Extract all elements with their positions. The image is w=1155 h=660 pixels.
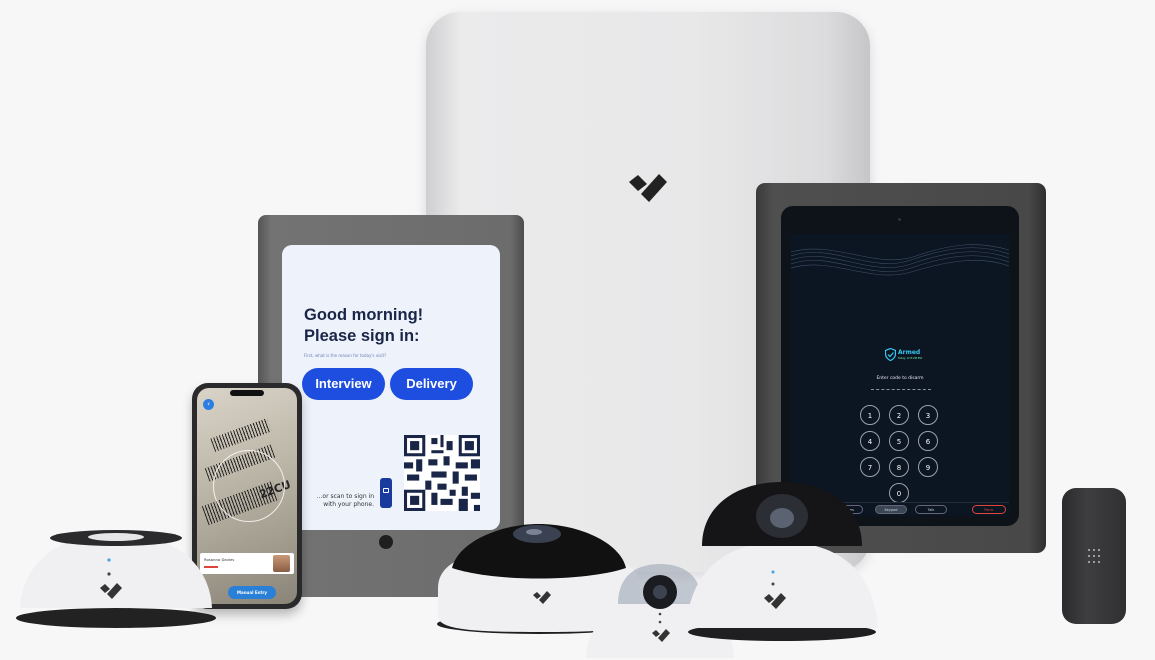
nav-talk[interactable]: Talk xyxy=(915,505,947,514)
nav-panic[interactable]: Panic xyxy=(972,505,1006,514)
keypad-key-1[interactable]: 1 xyxy=(860,405,880,425)
brand-logo xyxy=(629,174,667,202)
delivery-button[interactable]: Delivery xyxy=(390,368,473,400)
armed-status: Armed xyxy=(898,349,921,356)
keypad-key-2[interactable]: 2 xyxy=(889,405,909,425)
keypad-key-8[interactable]: 8 xyxy=(889,457,909,477)
keypad-key-6[interactable]: 6 xyxy=(918,431,938,451)
badge-reader xyxy=(1062,488,1126,624)
keypad-screen: Armed Today, 9:15 PM PST Enter code to d… xyxy=(791,234,1009,516)
keypad-key-4[interactable]: 4 xyxy=(860,431,880,451)
keypad-dots-icon xyxy=(1088,549,1100,563)
keypad-key-3[interactable]: 3 xyxy=(918,405,938,425)
keypad-key-7[interactable]: 7 xyxy=(860,457,880,477)
wave-graphic xyxy=(791,244,1009,276)
shield-check-icon xyxy=(885,348,896,361)
code-instruction: Enter code to disarm xyxy=(876,376,924,381)
home-button[interactable] xyxy=(379,535,393,549)
phone-icon xyxy=(380,478,392,508)
greeting-line2: Please sign in: xyxy=(304,327,420,345)
interview-button[interactable]: Interview xyxy=(302,368,385,400)
kiosk-screen: Good morning! Please sign in: First, wha… xyxy=(282,245,500,530)
keypad-key-9[interactable]: 9 xyxy=(918,457,938,477)
armed-time: Today, 9:15 PM PST xyxy=(898,357,923,360)
qr-code[interactable] xyxy=(404,435,480,511)
dome-camera xyxy=(686,482,878,641)
manual-entry-button[interactable]: Manual Entry xyxy=(228,586,276,599)
sensor-puck xyxy=(16,530,216,628)
greeting-line1: Good morning! xyxy=(304,306,424,324)
visit-reason-prompt: First, what is the reason for today's vi… xyxy=(304,353,387,358)
keypad-key-0[interactable]: 0 xyxy=(889,483,909,503)
keypad-key-5[interactable]: 5 xyxy=(889,431,909,451)
scan-instruction: ...or scan to sign in with your phone. xyxy=(316,493,374,508)
greeting: Good morning! Please sign in: xyxy=(304,305,423,347)
tablet: Armed Today, 9:15 PM PST Enter code to d… xyxy=(781,206,1019,526)
visitor-avatar xyxy=(273,555,290,572)
back-button[interactable]: ‹ xyxy=(203,399,214,410)
